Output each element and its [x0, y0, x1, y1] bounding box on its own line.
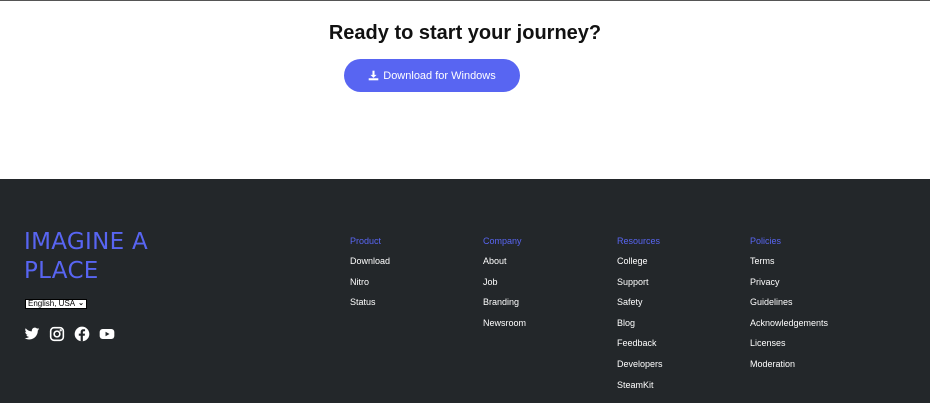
footer-link-support[interactable]: Support	[617, 276, 663, 289]
cta-section: Ready to start your journey? Download fo…	[0, 0, 930, 179]
facebook-icon[interactable]	[74, 326, 90, 342]
instagram-icon[interactable]	[49, 326, 65, 342]
footer-link-terms[interactable]: Terms	[750, 255, 828, 268]
download-icon	[368, 70, 379, 81]
footer-column-product: Product Download Nitro Status	[350, 235, 390, 317]
column-heading: Company	[483, 236, 522, 246]
language-select-value: English, USA	[28, 299, 76, 308]
footer-link-college[interactable]: College	[617, 255, 663, 268]
twitter-icon[interactable]	[24, 326, 40, 342]
footer-link-branding[interactable]: Branding	[483, 296, 526, 309]
column-heading: Resources	[617, 236, 661, 246]
footer-link-newsroom[interactable]: Newsroom	[483, 317, 526, 330]
download-button[interactable]: Download for Windows	[344, 59, 520, 92]
footer: IMAGINE A PLACE English, USA ⌄ Product D…	[0, 179, 930, 403]
footer-column-company: Company About Job Branding Newsroom	[483, 235, 526, 337]
footer-link-licenses[interactable]: Licenses	[750, 337, 828, 350]
cta-headline: Ready to start your journey?	[328, 22, 602, 44]
footer-link-download[interactable]: Download	[350, 255, 390, 268]
footer-link-feedback[interactable]: Feedback	[617, 337, 663, 350]
footer-column-policies: Policies Terms Privacy Guidelines Acknow…	[750, 235, 828, 379]
footer-column-resources: Resources College Support Safety Blog Fe…	[617, 235, 663, 399]
column-heading: Product	[350, 236, 382, 246]
chevron-down-icon: ⌄	[78, 300, 85, 307]
footer-link-privacy[interactable]: Privacy	[750, 276, 828, 289]
footer-link-status[interactable]: Status	[350, 296, 390, 309]
footer-link-guidelines[interactable]: Guidelines	[750, 296, 828, 309]
footer-link-moderation[interactable]: Moderation	[750, 358, 828, 371]
download-button-label: Download for Windows	[383, 69, 496, 82]
footer-brand: IMAGINE A PLACE	[24, 229, 149, 284]
footer-link-developers[interactable]: Developers	[617, 358, 663, 371]
footer-link-about[interactable]: About	[483, 255, 526, 268]
language-select[interactable]: English, USA ⌄	[25, 299, 88, 309]
footer-link-safety[interactable]: Safety	[617, 296, 663, 309]
footer-link-steamkit[interactable]: SteamKit	[617, 379, 663, 392]
footer-link-nitro[interactable]: Nitro	[350, 276, 390, 289]
column-heading: Policies	[750, 236, 782, 246]
footer-link-acknowledgements[interactable]: Acknowledgements	[750, 317, 828, 330]
youtube-icon[interactable]	[99, 326, 115, 342]
social-links	[24, 326, 115, 342]
footer-link-blog[interactable]: Blog	[617, 317, 663, 330]
footer-link-job[interactable]: Job	[483, 276, 526, 289]
